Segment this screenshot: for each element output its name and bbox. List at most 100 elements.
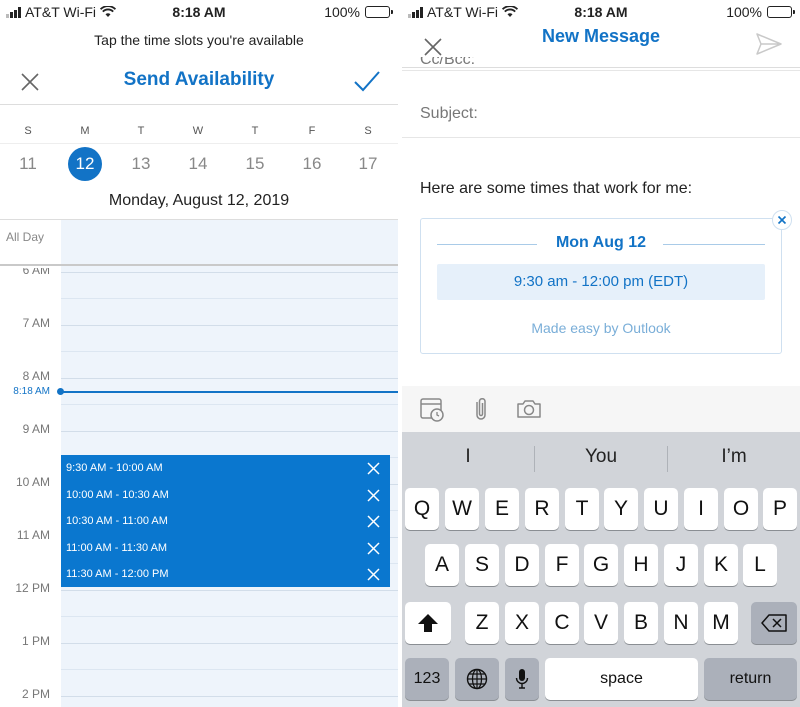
date-cell[interactable]: 17 <box>351 147 385 181</box>
key[interactable]: N <box>664 602 698 644</box>
key[interactable]: S <box>465 544 499 586</box>
remove-slot-icon[interactable] <box>367 515 380 528</box>
availability-header: Send Availability <box>0 62 398 102</box>
time-slot[interactable]: 11:00 AM - 11:30 AM <box>61 535 390 562</box>
hour-label: 12 PM <box>15 581 50 595</box>
battery-icon <box>767 6 795 18</box>
hour-label: 11 AM <box>16 528 50 542</box>
key[interactable]: P <box>763 488 797 530</box>
battery: 100% <box>324 4 393 20</box>
card-footer[interactable]: Made easy by Outlook <box>421 320 781 336</box>
all-day-label: All Day <box>6 230 45 244</box>
current-time-dot <box>57 388 64 395</box>
dow-label: M <box>80 125 90 137</box>
key[interactable]: O <box>724 488 758 530</box>
key[interactable]: G <box>584 544 618 586</box>
remove-slot-icon[interactable] <box>367 488 380 502</box>
battery-percent: 100% <box>324 4 360 20</box>
return-key[interactable]: return <box>704 658 797 700</box>
key[interactable]: I <box>684 488 718 530</box>
space-key[interactable]: space <box>545 658 698 700</box>
time-slot[interactable]: 9:30 AM - 10:00 AM <box>61 455 390 482</box>
key[interactable]: J <box>664 544 698 586</box>
remove-slot-icon[interactable] <box>367 568 380 581</box>
availability-block[interactable]: 9:30 AM - 10:00 AM 10:00 AM - 10:30 AM 1… <box>61 455 390 587</box>
date-cell[interactable]: 15 <box>238 147 272 181</box>
time-slot[interactable]: 10:30 AM - 11:00 AM <box>61 508 390 535</box>
suggestion[interactable]: I <box>402 446 534 468</box>
date-cell[interactable]: 14 <box>181 147 215 181</box>
suggestion[interactable]: You <box>535 446 667 468</box>
key[interactable]: Z <box>465 602 499 644</box>
key[interactable]: H <box>624 544 658 586</box>
key[interactable]: L <box>743 544 777 586</box>
backspace-key[interactable] <box>751 602 797 644</box>
globe-key[interactable] <box>455 658 499 700</box>
paperclip-icon[interactable] <box>468 396 494 422</box>
remove-card-button[interactable] <box>772 210 792 230</box>
key[interactable]: K <box>704 544 738 586</box>
date-cell[interactable]: 13 <box>124 147 158 181</box>
key[interactable]: F <box>545 544 579 586</box>
hour-label: 8 AM <box>22 369 50 383</box>
key[interactable]: X <box>505 602 539 644</box>
microphone-icon <box>515 669 529 689</box>
date-cell[interactable]: 16 <box>295 147 329 181</box>
key[interactable]: R <box>525 488 559 530</box>
status-bar: AT&T Wi-Fi 8:18 AM 100% <box>0 0 398 24</box>
cc-bcc-field[interactable]: Cc/Bcc: <box>420 57 475 70</box>
key[interactable]: A <box>425 544 459 586</box>
date-cell-selected[interactable]: 12 <box>68 147 102 181</box>
shift-key[interactable] <box>405 602 451 644</box>
half-hour-gridline <box>61 669 398 670</box>
remove-slot-icon[interactable] <box>367 541 380 555</box>
key[interactable]: C <box>545 602 579 644</box>
time-slot[interactable]: 10:00 AM - 10:30 AM <box>61 482 390 509</box>
battery: 100% <box>726 4 795 20</box>
subject-field[interactable]: Subject: <box>420 105 478 123</box>
cc-bcc-label: Cc/Bcc: <box>420 57 476 68</box>
key[interactable]: V <box>584 602 618 644</box>
dow-label: T <box>251 125 259 137</box>
key[interactable]: D <box>505 544 539 586</box>
key[interactable]: M <box>704 602 738 644</box>
hour-gridline <box>61 325 398 326</box>
hour-label: 1 PM <box>21 634 50 648</box>
day-calendar[interactable]: All Day 6 AM 7 AM 8 AM 9 AM 10 AM 11 AM … <box>0 220 398 707</box>
availability-card[interactable]: Mon Aug 12 9:30 am - 12:00 pm (EDT) Made… <box>420 218 782 354</box>
suggestion[interactable]: I’m <box>668 446 800 468</box>
hour-label: 7 AM <box>22 316 50 330</box>
key[interactable]: Y <box>604 488 638 530</box>
time-slot-label: 11:30 AM - 12:00 PM <box>66 568 169 580</box>
current-time-label: 8:18 AM <box>13 386 50 397</box>
time-slot[interactable]: 11:30 AM - 12:00 PM <box>61 561 390 588</box>
globe-icon <box>466 668 488 690</box>
checkmark-icon[interactable] <box>352 68 382 94</box>
time-slot-label: 10:00 AM - 10:30 AM <box>66 488 169 501</box>
key[interactable]: U <box>644 488 678 530</box>
key[interactable]: B <box>624 602 658 644</box>
time-slot-label: 10:30 AM - 11:00 AM <box>66 515 168 527</box>
dictation-key[interactable] <box>505 658 539 700</box>
key[interactable]: E <box>485 488 519 530</box>
send-icon[interactable] <box>754 30 784 58</box>
time-slot-label: 11:00 AM - 11:30 AM <box>66 541 168 554</box>
field-divider <box>402 70 800 71</box>
calendar-clock-icon[interactable] <box>419 396 445 422</box>
header-divider <box>0 104 398 105</box>
date-cell[interactable]: 11 <box>11 147 45 181</box>
camera-icon[interactable] <box>515 396 543 422</box>
half-hour-gridline <box>61 298 398 299</box>
battery-icon <box>365 6 393 18</box>
key[interactable]: T <box>565 488 599 530</box>
message-body[interactable]: Here are some times that work for me: <box>420 180 692 198</box>
selected-date-label: Monday, August 12, 2019 <box>108 192 290 209</box>
hour-gridline <box>61 272 398 273</box>
key[interactable]: W <box>445 488 479 530</box>
numbers-key[interactable]: 123 <box>405 658 449 700</box>
dow-label: T <box>137 125 145 137</box>
card-time-slot[interactable]: 9:30 am - 12:00 pm (EDT) <box>437 264 765 300</box>
page-title: New Message <box>541 26 661 46</box>
remove-slot-icon[interactable] <box>367 462 380 475</box>
key[interactable]: Q <box>405 488 439 530</box>
